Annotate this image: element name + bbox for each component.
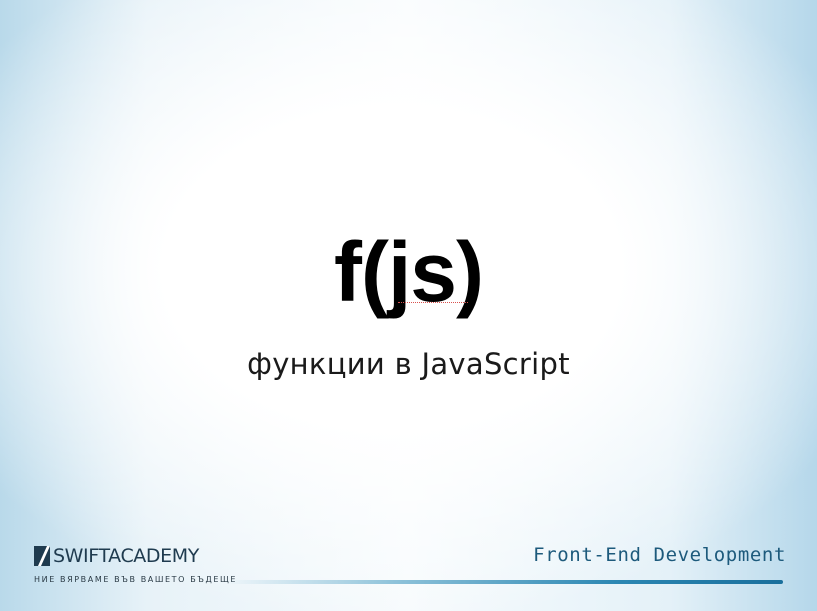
- footer-accent-line: [226, 580, 783, 584]
- slide-subtitle: функции в JavaScript: [247, 347, 570, 381]
- logo-row: SWIFTACADEMY: [34, 543, 224, 569]
- logo-name: SWIFTACADEMY: [53, 545, 199, 567]
- swift-academy-logo: SWIFTACADEMY НИЕ ВЯРВАМЕ ВЪВ ВАШЕТО БЪДЕ…: [34, 543, 238, 589]
- logo-tagline: НИЕ ВЯРВАМЕ ВЪВ ВАШЕТО БЪДЕЩЕ: [34, 575, 238, 584]
- track-label: Front-End Development: [533, 544, 786, 566]
- slide-title: f(js): [334, 225, 484, 319]
- presentation-slide: f(js) функции в JavaScript SWIFTACADEMY …: [0, 0, 817, 611]
- spellcheck-underline: [398, 300, 468, 303]
- swift-academy-logo-icon: [34, 546, 50, 566]
